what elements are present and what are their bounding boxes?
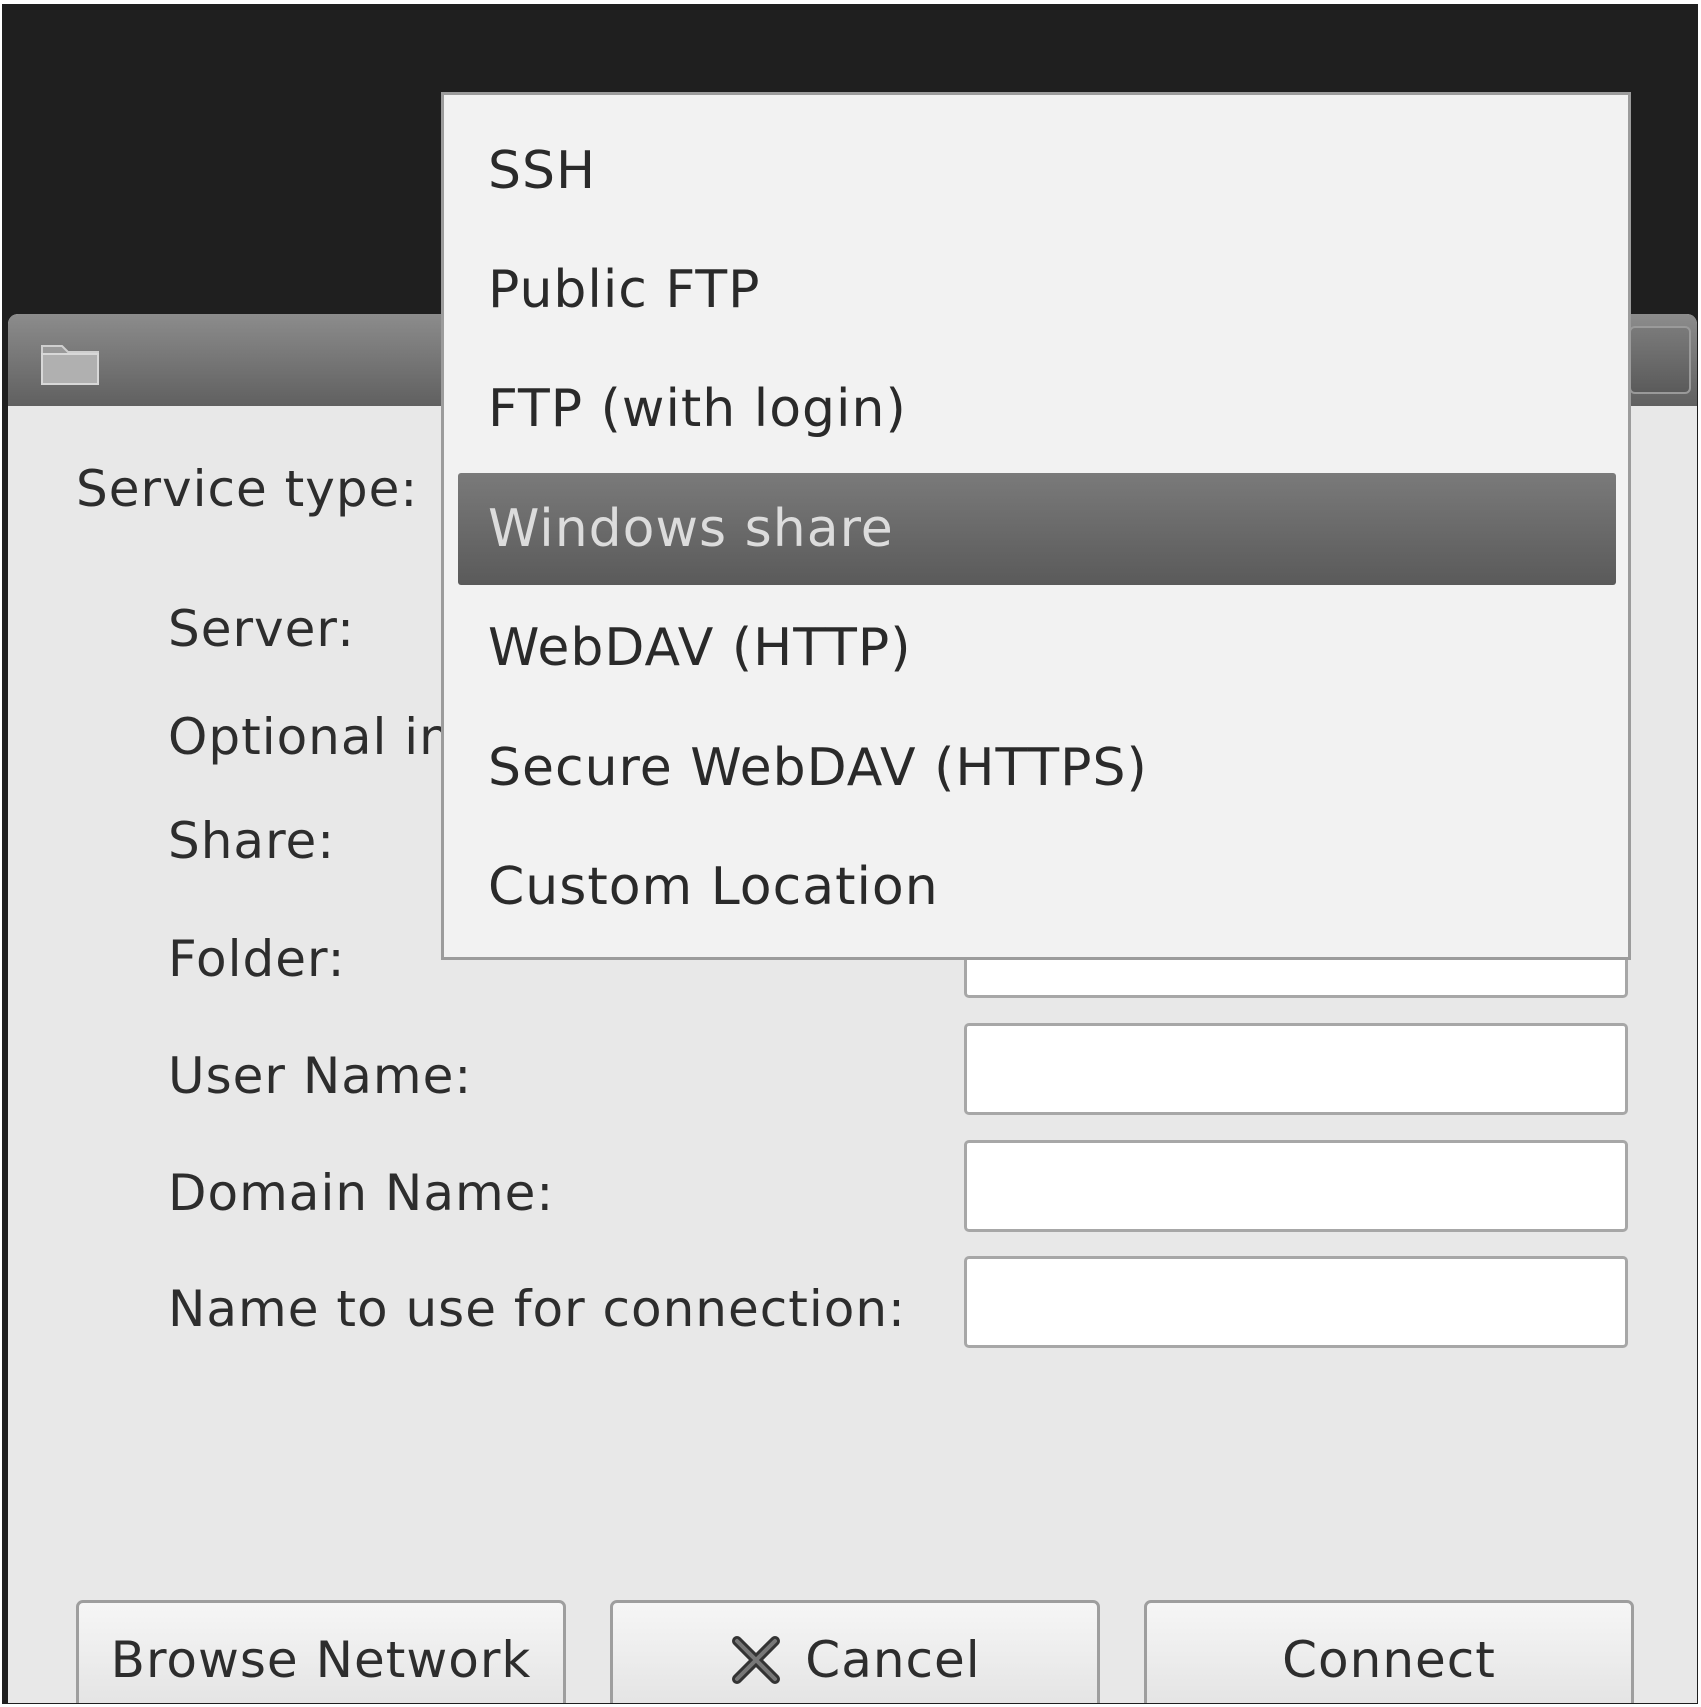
- cancel-button[interactable]: Cancel: [610, 1600, 1100, 1703]
- menu-item-webdav-http[interactable]: WebDAV (HTTP): [458, 592, 1616, 704]
- menu-item-ftp-with-login[interactable]: FTP (with login): [458, 353, 1616, 465]
- optional-info-label: Optional in: [168, 708, 452, 766]
- menu-item-secure-webdav-https[interactable]: Secure WebDAV (HTTPS): [458, 712, 1616, 824]
- server-label: Server:: [168, 600, 355, 658]
- user-name-label: User Name:: [168, 1047, 473, 1105]
- browse-network-button[interactable]: Browse Network: [76, 1600, 566, 1703]
- domain-name-field[interactable]: [964, 1140, 1628, 1232]
- service-type-label: Service type:: [76, 460, 419, 518]
- close-icon[interactable]: [1629, 326, 1691, 394]
- connect-label: Connect: [1282, 1631, 1496, 1689]
- folder-icon: [41, 345, 99, 385]
- menu-item-windows-share[interactable]: Windows share: [458, 473, 1616, 585]
- menu-item-public-ftp[interactable]: Public FTP: [458, 234, 1616, 346]
- cancel-label: Cancel: [805, 1631, 981, 1689]
- user-name-field[interactable]: [964, 1023, 1628, 1115]
- connection-name-label: Name to use for connection:: [168, 1280, 906, 1338]
- menu-item-ssh[interactable]: SSH: [458, 115, 1616, 227]
- connection-name-field[interactable]: [964, 1256, 1628, 1348]
- cancel-x-icon: [732, 1636, 781, 1684]
- browse-network-label: Browse Network: [110, 1631, 532, 1689]
- folder-label: Folder:: [168, 930, 346, 988]
- menu-item-custom-location[interactable]: Custom Location: [458, 831, 1616, 943]
- service-type-dropdown-menu: SSH Public FTP FTP (with login) Windows …: [441, 92, 1631, 960]
- domain-name-label: Domain Name:: [168, 1164, 555, 1222]
- connect-button[interactable]: Connect: [1144, 1600, 1634, 1703]
- share-label: Share:: [168, 812, 336, 870]
